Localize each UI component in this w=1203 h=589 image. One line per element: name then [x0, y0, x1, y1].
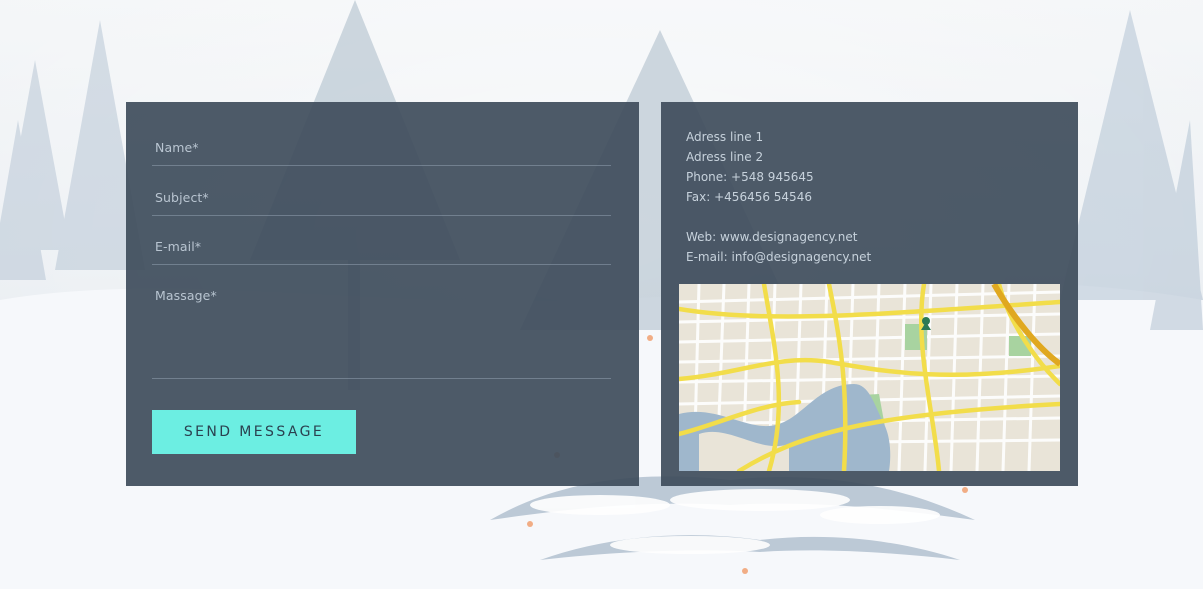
email-link[interactable]: E-mail: info@designagency.net [686, 249, 871, 269]
subject-field[interactable]: Subject* [152, 190, 611, 216]
send-message-button[interactable]: SEND MESSAGE [152, 410, 356, 454]
website-link[interactable]: Web: www.designagency.net [686, 229, 871, 249]
contact-details: Adress line 1 Adress line 2 Phone: +548 … [686, 129, 871, 269]
message-field[interactable]: Massage* [152, 288, 611, 379]
message-placeholder: Massage* [155, 288, 217, 303]
email-field[interactable]: E-mail* [152, 239, 611, 265]
address-line-1: Adress line 1 [686, 130, 764, 144]
contact-form-panel: Name* Subject* E-mail* Massage* SEND MES… [126, 102, 639, 486]
phone-number: Phone: +548 945645 [686, 170, 814, 184]
map-graphic [679, 284, 1060, 471]
fax-number: Fax: +456456 54546 [686, 190, 812, 204]
email-placeholder: E-mail* [155, 239, 202, 254]
name-placeholder: Name* [155, 140, 199, 155]
location-map[interactable] [679, 284, 1060, 471]
contact-info-panel: Adress line 1 Adress line 2 Phone: +548 … [661, 102, 1078, 486]
address-line-2: Adress line 2 [686, 150, 764, 164]
subject-placeholder: Subject* [155, 190, 209, 205]
name-field[interactable]: Name* [152, 140, 611, 166]
